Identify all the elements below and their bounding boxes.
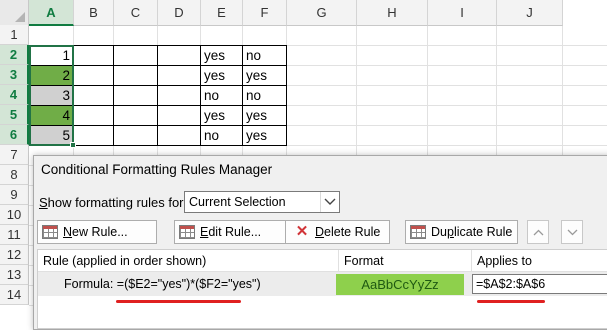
column-header-d[interactable]: D [158,0,201,26]
cell-b5[interactable] [74,106,114,126]
applies-to-column-header[interactable]: Applies to [472,250,607,272]
row-header-3[interactable]: 3 [0,65,29,85]
cell-d5[interactable] [158,106,201,126]
rule-formula: Formula: =($E2="yes")*($F2="yes") [64,277,261,291]
select-all-corner[interactable] [0,0,29,26]
column-header-i[interactable]: I [428,0,497,26]
move-up-button[interactable] [527,220,549,244]
table-duplicate-icon [410,225,426,239]
column-header-f[interactable]: F [243,0,287,26]
delete-rule-button[interactable]: ✕ Delete Rule [285,220,390,244]
row-header-7[interactable]: 7 [0,145,29,165]
cell-f3[interactable]: yes [243,66,287,86]
move-down-button[interactable] [561,220,583,244]
row-header-8[interactable]: 8 [0,165,29,185]
column-header-b[interactable]: B [74,0,114,26]
scope-dropdown[interactable]: Current Selection [184,191,340,213]
cell-e6[interactable]: no [201,126,243,146]
applies-to-field[interactable]: =$A$2:$A$6 [472,274,607,294]
rule-row[interactable]: Formula: =($E2="yes")*($F2="yes") AaBbCc… [38,272,607,296]
cell-e5[interactable]: yes [201,106,243,126]
duplicate-rule-button[interactable]: Duplicate Rule [405,220,518,244]
cell-b6[interactable] [74,126,114,146]
annotation-underline [116,300,241,303]
row-header-6[interactable]: 6 [0,125,29,145]
column-header-e[interactable]: E [201,0,243,26]
row-header-4[interactable]: 4 [0,85,29,105]
show-rules-label: Show formatting rules for: [39,195,188,210]
cell-d6[interactable] [158,126,201,146]
cell-d2[interactable] [158,46,201,66]
duplicate-rule-label: Duplicate Rule [431,225,513,239]
cell-d3[interactable] [158,66,201,86]
format-column-header[interactable]: Format [339,250,472,272]
table-border-left [29,45,30,146]
cell-e2[interactable]: yes [201,46,243,66]
row-header-12[interactable]: 12 [0,245,29,265]
cell-a2[interactable]: 1 [29,46,74,66]
row-header-9[interactable]: 9 [0,185,29,205]
rule-column-header[interactable]: Rule (applied in order shown) [38,250,339,272]
column-header-h[interactable]: H [357,0,428,26]
chevron-down-icon [320,192,339,212]
new-rule-button[interactable]: New Rule... [37,220,157,244]
cell-c5[interactable] [114,106,158,126]
row-header-5[interactable]: 5 [0,105,29,125]
cell-e4[interactable]: no [201,86,243,106]
row-header-1[interactable]: 1 [0,25,29,45]
format-preview: AaBbCcYyZz [336,274,464,295]
cell-f2[interactable]: no [243,46,287,66]
edit-rule-label: Edit Rule... [200,225,262,239]
rules-toolbar: New Rule... Edit Rule... ✕ Delete Rule D… [37,220,607,246]
annotation-underline [477,300,545,303]
chevron-down-icon [567,229,577,235]
cell-a3[interactable]: 2 [29,66,74,86]
cell-e3[interactable]: yes [201,66,243,86]
cell-b4[interactable] [74,86,114,106]
cell-f5[interactable]: yes [243,106,287,126]
cell-c6[interactable] [114,126,158,146]
chevron-up-icon [533,229,543,235]
cell-f4[interactable]: no [243,86,287,106]
cell-a4[interactable]: 3 [29,86,74,106]
row-header-10[interactable]: 10 [0,205,29,225]
cell-a5[interactable]: 4 [29,106,74,126]
cell-f6[interactable]: yes [243,126,287,146]
cell-c2[interactable] [114,46,158,66]
column-header-c[interactable]: C [114,0,158,26]
delete-rule-label: Delete Rule [315,225,381,239]
row-header-13[interactable]: 13 [0,265,29,285]
edit-rule-button[interactable]: Edit Rule... [174,220,295,244]
cell-a6[interactable]: 5 [29,126,74,146]
delete-x-icon: ✕ [295,223,309,240]
cell-d4[interactable] [158,86,201,106]
column-header-a[interactable]: A [29,0,74,26]
cell-b3[interactable] [74,66,114,86]
cell-b2[interactable] [74,46,114,66]
rules-list: Rule (applied in order shown) Format App… [37,249,607,329]
row-header-2[interactable]: 2 [0,45,29,65]
cell-c3[interactable] [114,66,158,86]
table-edit-icon [179,225,195,239]
new-rule-label: New Rule... [63,225,128,239]
scope-value: Current Selection [189,195,286,209]
table-grid-icon [42,225,58,239]
dialog-title: Conditional Formatting Rules Manager [41,162,273,177]
conditional-formatting-dialog: Conditional Formatting Rules Manager Sho… [33,155,607,330]
fill-handle[interactable] [70,142,76,148]
column-header-j[interactable]: J [497,0,563,26]
cell-c4[interactable] [114,86,158,106]
row-header-14[interactable]: 14 [0,285,29,305]
column-header-g[interactable]: G [287,0,357,26]
table-border-top [29,45,287,46]
row-header-11[interactable]: 11 [0,225,29,245]
